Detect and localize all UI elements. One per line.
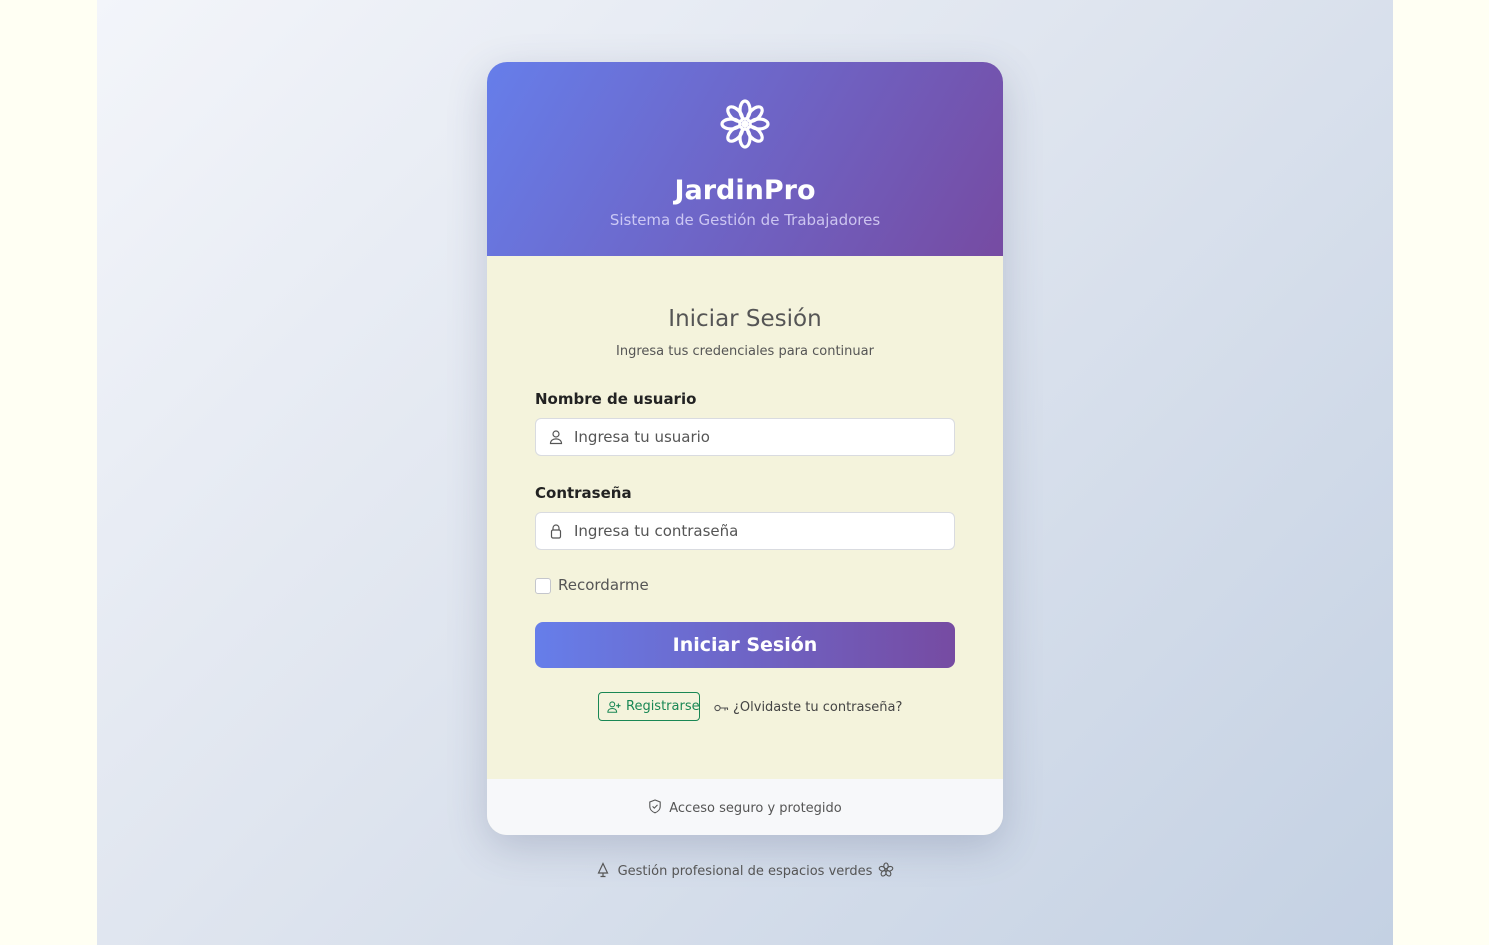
forgot-password-label: ¿Olvidaste tu contraseña? [733, 700, 903, 715]
forgot-password-link[interactable]: ¿Olvidaste tu contraseña? [714, 700, 902, 715]
person-plus-icon [607, 701, 621, 713]
shield-check-icon [649, 799, 661, 814]
security-note: Acceso seguro y protegido [487, 799, 1003, 816]
login-button[interactable]: Iniciar Sesión [535, 622, 955, 668]
password-input[interactable] [574, 513, 944, 549]
brand-tagline: Sistema de Gestión de Trabajadores [609, 211, 881, 229]
form-title: Iniciar Sesión [668, 306, 822, 332]
security-note-text: Acceso seguro y protegido [669, 801, 842, 816]
register-button[interactable]: Registrarse [598, 692, 700, 721]
password-label: Contraseña [535, 484, 632, 502]
key-icon [714, 704, 729, 711]
page-footer: Gestión profesional de espacios verdes [0, 862, 1489, 879]
remember-checkbox[interactable] [535, 578, 551, 594]
remember-label[interactable]: Recordarme [558, 576, 649, 594]
person-icon [549, 430, 563, 445]
form-subtitle: Ingresa tus credenciales para continuar [616, 344, 874, 359]
brand-name: JardinPro [674, 175, 816, 206]
username-field[interactable] [535, 418, 955, 456]
login-form: Iniciar Sesión Ingresa tus credenciales … [487, 256, 1003, 779]
username-input[interactable] [574, 419, 944, 455]
password-field[interactable] [535, 512, 955, 550]
tree-icon [597, 862, 609, 878]
card-footer: Acceso seguro y protegido [487, 779, 1003, 835]
page-footer-text: Gestión profesional de espacios verdes [617, 864, 873, 879]
flower-icon [720, 99, 770, 149]
username-label: Nombre de usuario [535, 390, 697, 408]
login-card: JardinPro Sistema de Gestión de Trabajad… [487, 62, 1003, 835]
register-label: Registrarse [626, 699, 700, 714]
card-header: JardinPro Sistema de Gestión de Trabajad… [487, 62, 1003, 256]
flower-icon [879, 862, 894, 877]
lock-icon [550, 524, 562, 539]
